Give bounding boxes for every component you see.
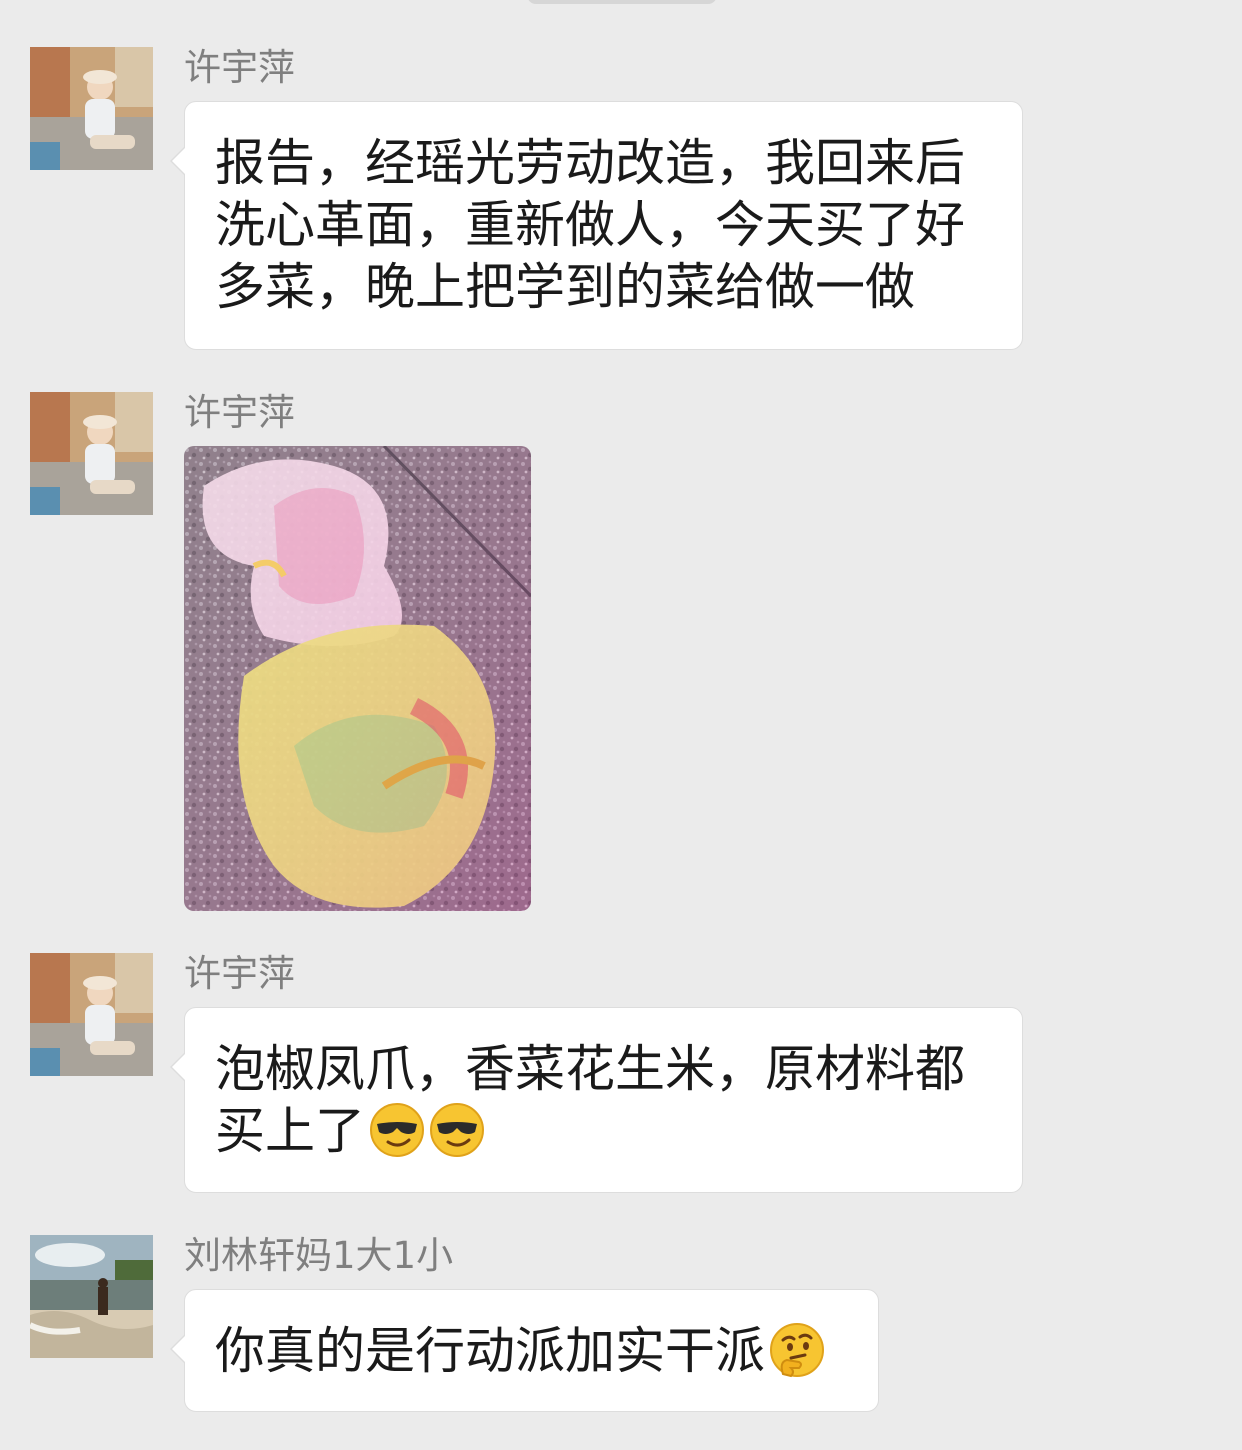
sender-name: 许宇萍	[184, 46, 295, 89]
message-bubble[interactable]: 泡椒凤爪，香菜花生米，原材料都买上了	[170, 1007, 1023, 1193]
cool-face-emoji	[369, 1102, 425, 1172]
chat-screen: 许宇萍 报告，经瑶光劳动改造，我回来后洗心革面，重新做人，今天买了好多菜，晚上把…	[0, 0, 1242, 1450]
message-photo[interactable]	[184, 446, 531, 911]
sender-name: 许宇萍	[184, 391, 295, 434]
message-text: 报告，经瑶光劳动改造，我回来后洗心革面，重新做人，今天买了好多菜，晚上把学到的菜…	[215, 134, 965, 316]
pull-handle[interactable]	[527, 0, 717, 4]
message-bubble[interactable]: 你真的是行动派加实干派	[170, 1289, 879, 1412]
cool-face-emoji	[429, 1102, 485, 1172]
message-text: 泡椒凤爪，香菜花生米，原材料都买上了	[215, 1040, 965, 1160]
thinking-face-emoji	[769, 1322, 825, 1392]
avatar[interactable]	[30, 1235, 153, 1358]
message-bubble[interactable]: 报告，经瑶光劳动改造，我回来后洗心革面，重新做人，今天买了好多菜，晚上把学到的菜…	[170, 101, 1023, 350]
message-text: 你真的是行动派加实干派	[215, 1322, 765, 1380]
avatar[interactable]	[30, 953, 153, 1076]
sender-name: 许宇萍	[184, 952, 295, 995]
sender-name: 刘林轩妈1大1小	[184, 1234, 454, 1277]
avatar[interactable]	[30, 392, 153, 515]
avatar[interactable]	[30, 47, 153, 170]
